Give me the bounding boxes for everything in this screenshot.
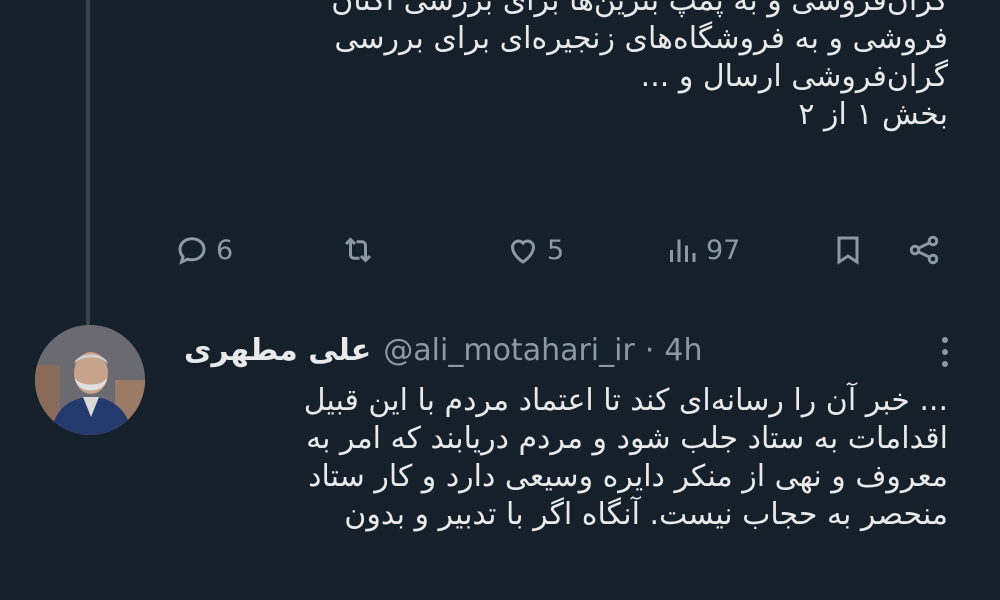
author-name[interactable]: علی مطهری [184, 333, 371, 368]
like-button[interactable]: 5 [505, 228, 564, 272]
bookmark-button[interactable] [830, 228, 866, 272]
views-icon [670, 239, 696, 262]
reply-button[interactable]: 6 [174, 228, 233, 272]
tweet-2-line: منحصر به حجاب نیست. آنگاه اگر با تدبیر و… [344, 497, 948, 532]
tweet-1-line: فروشی و به فروشگاه‌های زنجیره‌ای برای بر… [334, 21, 948, 56]
reply-icon [178, 237, 206, 265]
avatar[interactable] [35, 325, 145, 435]
tweet-1-line: گران‌فروشی و به پمپ بنزین‌ها برای بررسی … [331, 0, 948, 18]
tweet-1-line: گران‌فروشی ارسال و ... [640, 59, 948, 94]
more-options-button[interactable] [930, 332, 960, 372]
more-icon [942, 337, 948, 367]
tweet-1-action-bar: 6 5 97 [0, 228, 1000, 272]
views-count: 97 [706, 234, 741, 266]
reply-count: 6 [216, 234, 234, 266]
share-icon [909, 235, 939, 265]
thread-connector-line [86, 0, 90, 325]
like-icon [510, 239, 536, 264]
author-handle[interactable]: @ali_motahari_ir [383, 333, 635, 368]
tweet-timestamp[interactable]: 4h [664, 333, 702, 368]
views-button[interactable]: 97 [664, 228, 740, 272]
tweet-2-header: علی مطهری @ali_motahari_ir · 4h [170, 328, 702, 372]
tweet-2-text: ... خبر آن را رسانه‌ای کند تا اعتماد مرد… [188, 382, 948, 534]
tweet-1-line: بخش ۱ از ۲ [798, 97, 948, 132]
tweet-2-line: ... خبر آن را رسانه‌ای کند تا اعتماد مرد… [303, 383, 948, 418]
tweet-2-line: معروف و نهی از منکر دایره وسیعی دارد و ک… [308, 459, 948, 494]
share-button[interactable] [906, 228, 942, 272]
header-separator: · [644, 332, 655, 368]
bookmark-icon [837, 236, 859, 265]
retweet-button[interactable] [340, 228, 382, 272]
profile-photo [35, 325, 145, 435]
retweet-icon [344, 237, 372, 263]
tweet-2-line: اقدامات به ستاد جلب شود و مردم دریابند ک… [306, 421, 948, 456]
tweet-1-text: گران‌فروشی و به پمپ بنزین‌ها برای بررسی … [208, 0, 948, 134]
like-count: 5 [547, 234, 565, 266]
